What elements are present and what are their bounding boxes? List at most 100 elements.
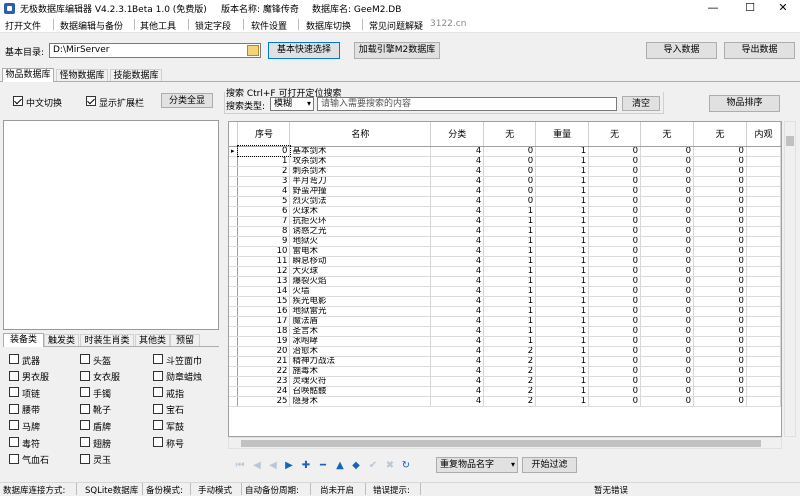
table-cell[interactable]: 烈火剑法 <box>289 196 432 207</box>
table-row[interactable]: 19 冰咆哮 4 1 1 0 0 0 <box>229 336 781 347</box>
table-cell[interactable] <box>746 146 781 157</box>
row-indicator[interactable] <box>229 156 239 167</box>
category-checkbox[interactable] <box>9 453 19 464</box>
table-cell[interactable]: 0 <box>693 216 747 227</box>
table-cell[interactable]: 4 <box>430 356 485 367</box>
table-cell[interactable]: 1 <box>535 216 590 227</box>
table-cell[interactable] <box>746 366 781 377</box>
table-cell[interactable]: 0 <box>693 156 747 167</box>
close-button[interactable]: ✕ <box>766 0 800 17</box>
row-indicator[interactable] <box>229 236 239 247</box>
table-cell[interactable]: 0 <box>640 296 694 307</box>
table-cell[interactable]: 0 <box>693 186 747 197</box>
table-cell[interactable]: 0 <box>640 226 694 237</box>
category-checkbox[interactable] <box>153 370 163 381</box>
table-cell[interactable]: 0 <box>640 386 694 397</box>
table-cell[interactable]: 0 <box>588 396 642 407</box>
table-cell[interactable] <box>746 186 781 197</box>
table-cell[interactable]: 14 <box>237 286 291 297</box>
table-row[interactable]: 16 地狱雷光 4 1 1 0 0 0 <box>229 306 781 317</box>
table-cell[interactable]: 1 <box>535 326 590 337</box>
table-cell[interactable]: 灵魂火符 <box>289 376 432 387</box>
table-cell[interactable]: 0 <box>640 236 694 247</box>
table-cell[interactable]: 0 <box>588 196 642 207</box>
table-cell[interactable]: 0 <box>640 366 694 377</box>
table-cell[interactable]: 0 <box>693 196 747 207</box>
table-cell[interactable]: 2 <box>483 356 537 367</box>
table-cell[interactable] <box>746 266 781 277</box>
table-cell[interactable]: 1 <box>535 196 590 207</box>
table-cell[interactable]: 0 <box>640 166 694 177</box>
table-cell[interactable]: 2 <box>483 386 537 397</box>
table-row[interactable]: 8 诱惑之光 4 1 1 0 0 0 <box>229 226 781 237</box>
table-cell[interactable]: 0 <box>236 145 291 157</box>
table-cell[interactable]: 1 <box>535 206 590 217</box>
table-cell[interactable]: 4 <box>430 196 485 207</box>
table-cell[interactable] <box>746 166 781 177</box>
table-row[interactable]: 6 火球术 4 1 1 0 0 0 <box>229 206 781 217</box>
table-cell[interactable]: 4 <box>237 186 291 197</box>
category-checkbox[interactable] <box>9 370 19 381</box>
maximize-button[interactable]: ☐ <box>733 0 767 17</box>
table-row[interactable]: ▸ 0 基本剑术 4 0 1 0 0 0 <box>229 145 781 157</box>
table-cell[interactable]: 1 <box>483 256 537 267</box>
table-cell[interactable]: 1 <box>483 306 537 317</box>
table-cell[interactable]: 1 <box>535 226 590 237</box>
dir-input[interactable]: D:\MirServer <box>49 43 261 58</box>
tab-monsters[interactable]: 怪物数据库 <box>56 69 108 81</box>
subtab-fashion[interactable]: 时装生肖类 <box>80 334 134 346</box>
table-cell[interactable] <box>746 276 781 287</box>
menu-data-edit[interactable]: 数据编辑与备份 <box>60 19 123 32</box>
table-cell[interactable]: 0 <box>693 386 747 397</box>
table-cell[interactable]: 0 <box>693 276 747 287</box>
row-indicator[interactable] <box>229 216 239 227</box>
table-cell[interactable]: 0 <box>640 336 694 347</box>
table-cell[interactable]: 0 <box>693 226 747 237</box>
menu-db-switch[interactable]: 数据库切换 <box>306 19 351 32</box>
table-cell[interactable]: 0 <box>640 346 694 357</box>
table-cell[interactable]: 1 <box>535 236 590 247</box>
menu-lock-fields[interactable]: 锁定字段 <box>195 19 231 32</box>
table-cell[interactable]: 0 <box>640 286 694 297</box>
table-row[interactable]: 12 大火球 4 1 1 0 0 0 <box>229 266 781 277</box>
category-checkbox[interactable] <box>153 354 163 364</box>
table-cell[interactable]: 0 <box>588 366 642 377</box>
table-cell[interactable]: 0 <box>588 316 642 327</box>
table-cell[interactable]: 0 <box>693 376 747 387</box>
column-header[interactable]: 无 <box>640 122 694 147</box>
table-cell[interactable] <box>746 176 781 187</box>
table-cell[interactable]: 0 <box>693 176 747 187</box>
row-indicator[interactable] <box>229 336 239 347</box>
table-cell[interactable]: 4 <box>430 246 485 257</box>
row-indicator[interactable] <box>229 356 239 367</box>
insert-record-icon[interactable]: ✚ <box>300 460 312 472</box>
row-indicator[interactable] <box>229 256 239 267</box>
table-cell[interactable]: 0 <box>588 156 642 167</box>
column-header[interactable]: 序号 <box>237 122 291 147</box>
table-cell[interactable]: 0 <box>588 346 642 357</box>
table-cell[interactable]: 0 <box>640 306 694 317</box>
table-cell[interactable]: 施毒术 <box>289 366 432 377</box>
row-indicator[interactable] <box>229 186 239 197</box>
table-cell[interactable]: 0 <box>588 266 642 277</box>
table-row[interactable]: 17 魔法盾 4 1 1 0 0 0 <box>229 316 781 327</box>
table-cell[interactable]: 0 <box>640 196 694 207</box>
category-checkbox[interactable] <box>9 387 19 398</box>
table-cell[interactable]: 0 <box>640 326 694 337</box>
table-cell[interactable]: 0 <box>483 186 537 197</box>
table-cell[interactable]: 2 <box>237 166 291 177</box>
table-cell[interactable]: 1 <box>483 266 537 277</box>
category-tree[interactable] <box>3 120 219 330</box>
table-cell[interactable]: 3 <box>237 176 291 187</box>
table-cell[interactable]: 0 <box>640 216 694 227</box>
table-row[interactable]: 13 爆裂火焰 4 1 1 0 0 0 <box>229 276 781 287</box>
table-cell[interactable]: 0 <box>693 356 747 367</box>
table-cell[interactable] <box>746 346 781 357</box>
row-indicator[interactable] <box>229 176 239 187</box>
table-cell[interactable]: 1 <box>535 346 590 357</box>
row-indicator[interactable] <box>229 306 239 317</box>
table-cell[interactable]: 4 <box>430 286 485 297</box>
table-cell[interactable]: 4 <box>430 236 485 247</box>
table-cell[interactable]: 火球术 <box>289 206 432 217</box>
table-cell[interactable] <box>746 236 781 247</box>
